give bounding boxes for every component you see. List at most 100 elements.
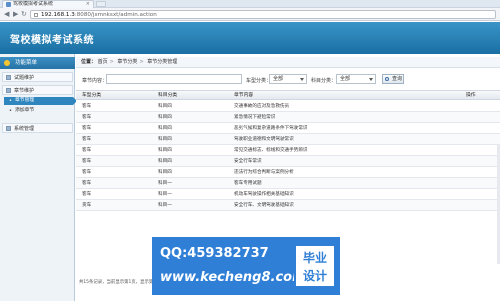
cell-chapter: 安全行车、文明驾驶基础知识 — [234, 203, 294, 208]
sidebar-header-label: 功能菜单 — [15, 60, 38, 66]
cell-subject: 科目一 — [158, 192, 172, 197]
cell-subject: 科目四 — [158, 159, 172, 164]
folder-icon — [6, 88, 11, 93]
watermark-badge-line1: 毕业 — [302, 251, 327, 265]
app-banner: 驾校模拟考试系统 — [0, 22, 500, 54]
subject-value: 全部 — [340, 76, 351, 82]
table-row[interactable]: 客车 科目一 客车专用试题 — [76, 178, 500, 189]
folder-icon — [6, 75, 11, 80]
watermark-qq: QQ:459382737 — [160, 246, 269, 261]
chevron-down-icon — [369, 78, 373, 81]
sidebar-subitem-add-chapter[interactable]: • 添加章节 — [4, 107, 73, 115]
chevron-down-icon — [300, 78, 304, 81]
column-header-action: 操作 — [466, 93, 476, 98]
breadcrumb-home[interactable]: 首页 — [98, 59, 108, 65]
subject-select[interactable]: 全部 — [336, 74, 376, 84]
cell-subject: 科目四 — [158, 170, 172, 175]
cell-car-type: 客车 — [82, 115, 92, 120]
column-header-car-type: 车型分类 — [82, 93, 102, 98]
query-button-label: 查询 — [392, 76, 403, 82]
sidebar-subitem-label: 章节管理 — [15, 98, 35, 103]
table-row[interactable]: 客车 科目四 驾驶职业道德和文明驾驶常识 — [76, 134, 500, 145]
bullet-icon: • — [9, 98, 12, 104]
sidebar-header: 功能菜单 — [0, 57, 75, 69]
sidebar-item-system[interactable]: 系统管理 — [2, 123, 73, 133]
cell-subject: 科目四 — [158, 126, 172, 131]
cell-chapter: 常见交通标志、标线和交通手势辨识 — [234, 148, 308, 153]
cell-subject: 科目四 — [158, 148, 172, 153]
sidebar-item-label: 系统管理 — [14, 126, 35, 132]
cell-subject: 科目一 — [158, 181, 172, 186]
table-row[interactable]: 客车 科目四 交通事故的应对及急救伤员 — [76, 101, 500, 112]
url-host: 192.168.1.3 — [41, 12, 75, 18]
page-favicon-icon — [6, 2, 11, 7]
cell-car-type: 客车 — [82, 148, 92, 153]
forward-icon[interactable]: ▶ — [13, 11, 18, 18]
cell-car-type: 客车 — [82, 137, 92, 142]
table-row[interactable]: 客车 科目四 违法行为综合判断与案例分析 — [76, 167, 500, 178]
cell-car-type: 客车 — [82, 181, 92, 186]
cell-chapter: 驾驶职业道德和文明驾驶常识 — [234, 137, 294, 142]
sidebar-subitem-label: 添加章节 — [15, 108, 35, 113]
query-button[interactable]: 查询 — [382, 74, 404, 84]
table-row[interactable]: 客车 科目四 紧急情况下避险常识 — [76, 112, 500, 123]
cell-subject: 科目四 — [158, 104, 172, 109]
cell-subject: 科目四 — [158, 115, 172, 120]
table-row[interactable]: 客车 科目一 机动车驾驶操作相关基础知识 — [76, 189, 500, 200]
cell-car-type: 货车 — [82, 203, 92, 208]
cell-chapter: 恶劣气候和复杂道路条件下驾驶常识 — [234, 126, 308, 131]
sidebar-item-questions[interactable]: 试题维护 — [2, 72, 73, 82]
reload-icon[interactable]: ↻ — [21, 11, 27, 18]
cell-chapter: 违法行为综合判断与案例分析 — [234, 170, 294, 175]
url-path: :8080/jxmnksxt/admin.action — [74, 12, 157, 18]
breadcrumb-category[interactable]: 章节分类 — [117, 59, 137, 65]
search-icon — [385, 77, 389, 81]
sidebar-item-label: 试题维护 — [14, 75, 35, 81]
car-type-value: 全部 — [273, 76, 284, 82]
cell-chapter: 紧急情况下避险常识 — [234, 115, 276, 120]
cell-car-type: 客车 — [82, 126, 92, 131]
url-input[interactable]: 192.168.1.3:8080/jxmnksxt/admin.action — [30, 10, 496, 19]
search-bar: 章节内容： 车型分类： 全部 科目分类： 全部 查询 — [76, 71, 500, 88]
cell-chapter: 交通事故的应对及急救伤员 — [234, 104, 290, 109]
cell-chapter: 安全行车常识 — [234, 159, 262, 164]
cell-car-type: 客车 — [82, 104, 92, 109]
sidebar-item-chapters[interactable]: 章节维护 — [2, 85, 73, 95]
browser-tab[interactable]: 驾校模拟考试系统 × — [2, 0, 94, 8]
cell-car-type: 客车 — [82, 159, 92, 164]
sidebar-item-label: 章节维护 — [14, 88, 35, 94]
table-row[interactable]: 货车 科目一 安全行车、文明驾驶基础知识 — [76, 200, 500, 211]
table-row[interactable]: 客车 科目四 恶劣气候和复杂道路条件下驾驶常识 — [76, 123, 500, 134]
back-icon[interactable]: ◀ — [4, 11, 9, 18]
page-icon — [34, 13, 38, 17]
menu-icon — [4, 60, 10, 66]
chapter-content-input[interactable] — [106, 74, 242, 84]
screen: 驾校模拟考试系统 × ◀ ▶ ↻ 192.168.1.3:8080/jxmnks… — [0, 0, 500, 301]
breadcrumb-prefix: 位置： — [81, 59, 97, 65]
car-type-select[interactable]: 全部 — [269, 74, 307, 84]
tab-title: 驾校模拟考试系统 — [13, 1, 54, 7]
address-bar: ◀ ▶ ↻ 192.168.1.3:8080/jxmnksxt/admin.ac… — [0, 8, 500, 21]
car-type-label: 车型分类： — [246, 78, 272, 84]
watermark-badge: 毕业 设计 — [294, 244, 336, 288]
cell-subject: 科目一 — [158, 203, 172, 208]
new-tab-button[interactable] — [96, 1, 106, 7]
table-header: 车型分类 科目分类 章节内容 操作 — [76, 90, 500, 100]
browser-tab-strip: 驾校模拟考试系统 × — [0, 0, 500, 8]
cell-subject: 科目四 — [158, 137, 172, 142]
folder-icon — [6, 126, 11, 131]
column-header-subject: 科目分类 — [158, 93, 178, 98]
app-title: 驾校模拟考试系统 — [10, 35, 94, 46]
chapter-content-label: 章节内容： — [82, 78, 108, 84]
close-tab-icon[interactable]: × — [86, 1, 90, 8]
table-row[interactable]: 客车 科目四 常见交通标志、标线和交通手势辨识 — [76, 145, 500, 156]
watermark-url: www.kecheng8.com — [160, 270, 306, 285]
breadcrumb: 位置： 首页 > 章节分类 > 章节分类管理 — [76, 57, 500, 68]
table-row[interactable]: 客车 科目四 安全行车常识 — [76, 156, 500, 167]
cell-chapter: 机动车驾驶操作相关基础知识 — [234, 192, 294, 197]
watermark-badge-line2: 设计 — [302, 269, 327, 283]
bullet-icon: • — [9, 108, 12, 114]
column-header-chapter: 章节内容 — [234, 93, 254, 98]
sidebar-subitem-chapter-manage[interactable]: • 章节管理 — [4, 97, 77, 105]
cell-car-type: 客车 — [82, 170, 92, 175]
